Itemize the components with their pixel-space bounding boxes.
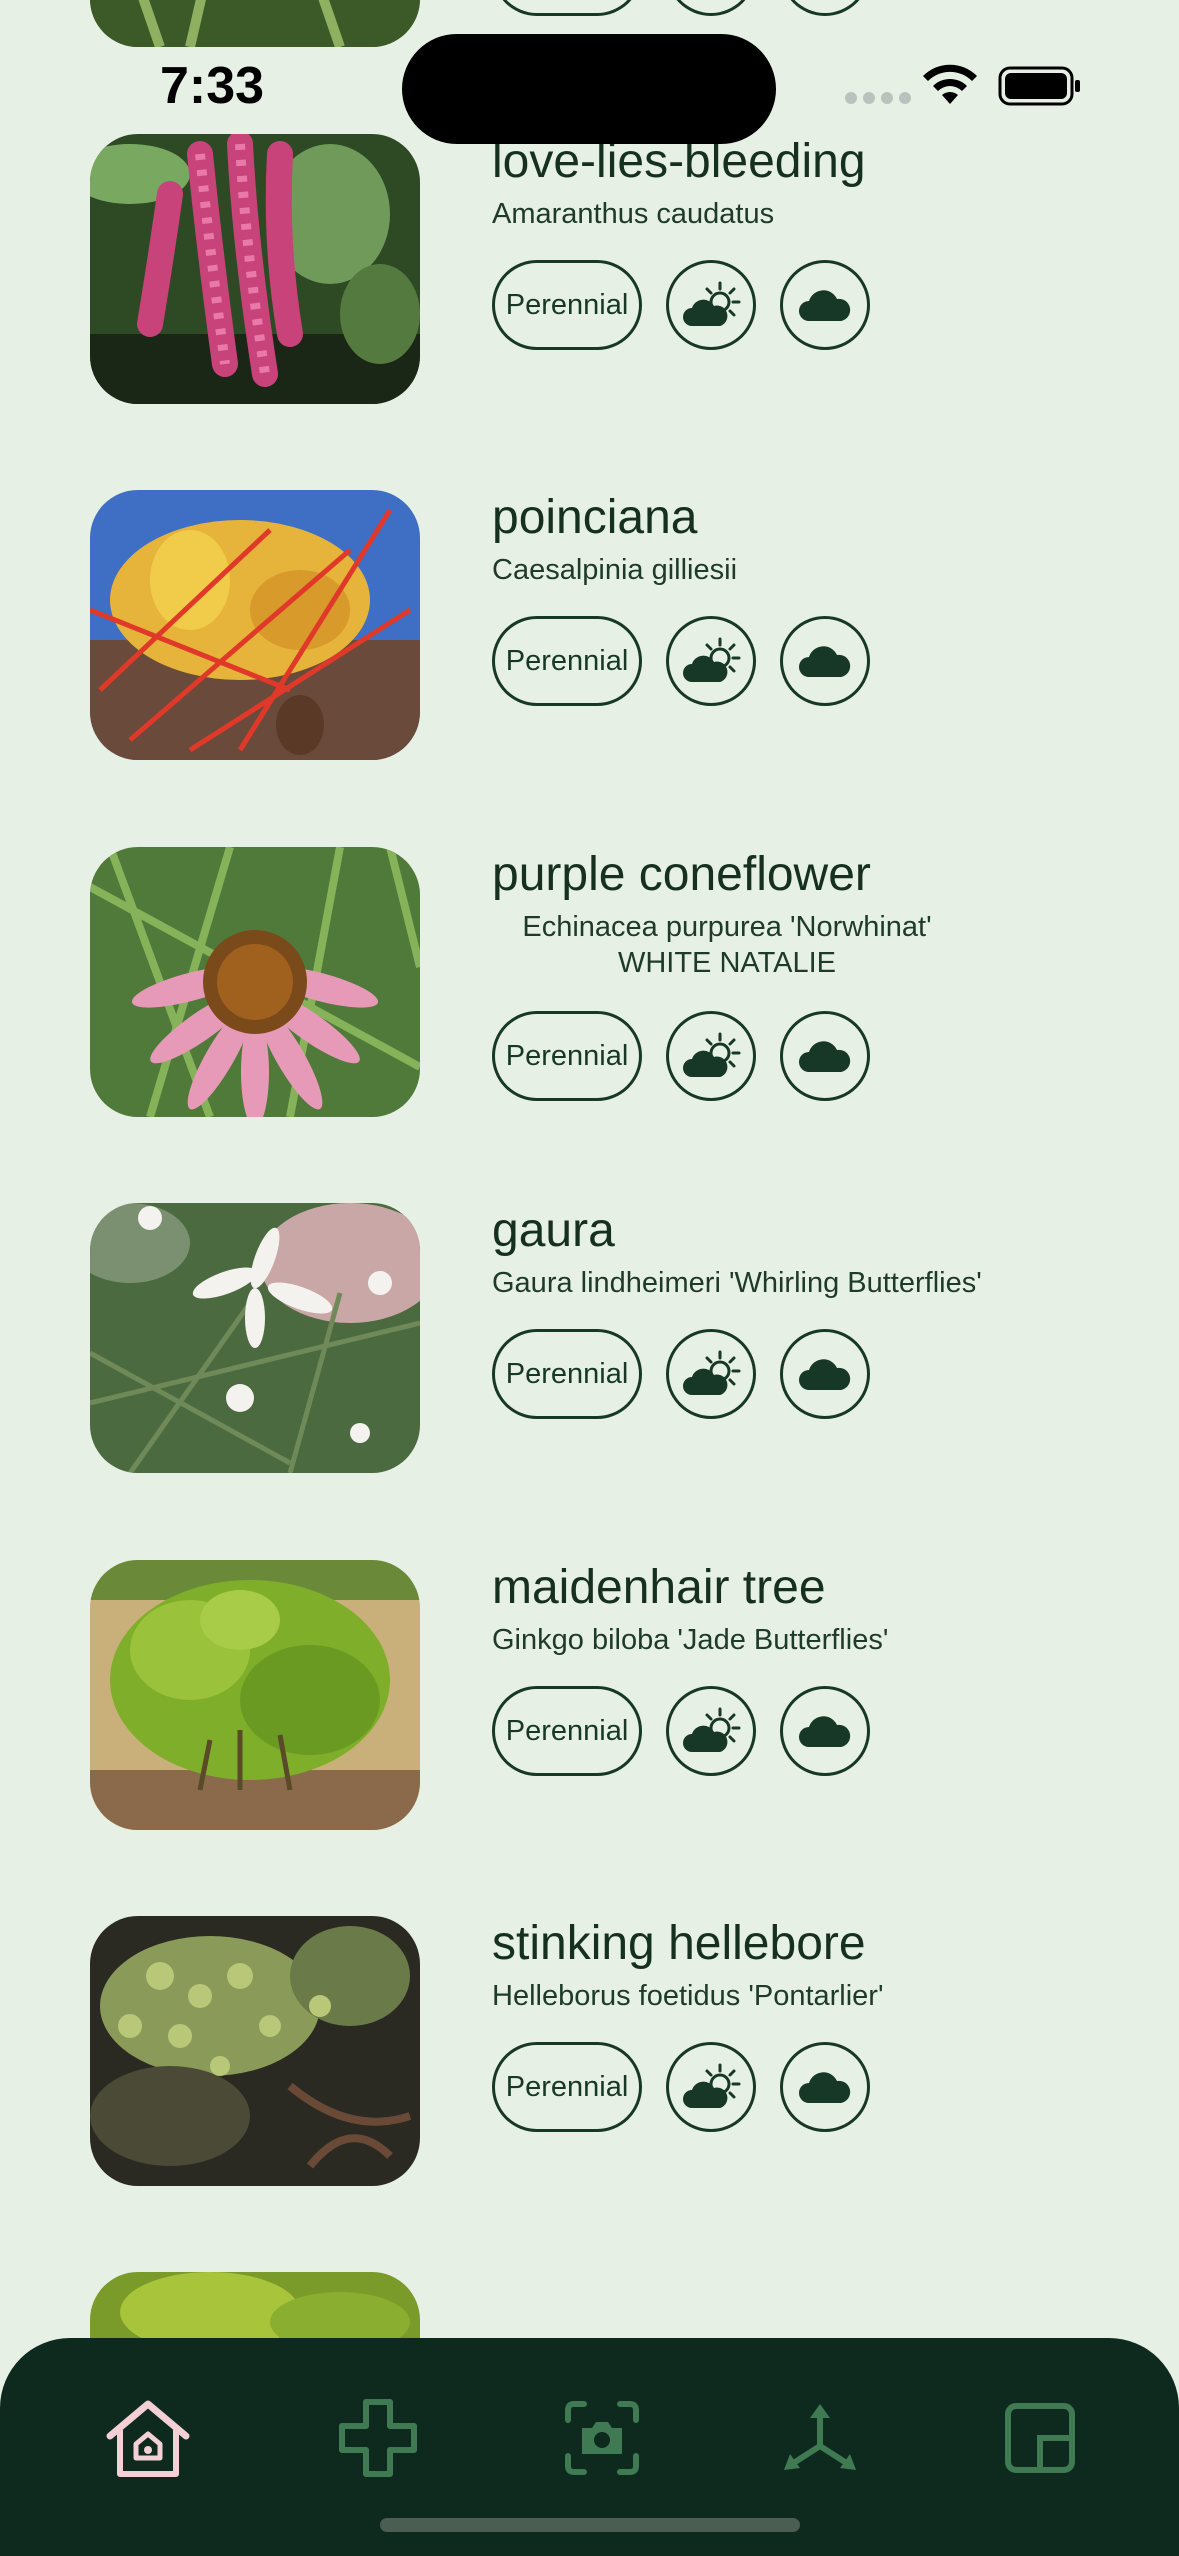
plant-scientific-name: Amaranthus caudatus: [492, 198, 775, 230]
network-icon: [784, 2404, 856, 2470]
tab-bar: [0, 2338, 1179, 2556]
tab-home[interactable]: [98, 2388, 198, 2488]
wifi-icon: [923, 64, 977, 104]
status-bar: 7:33: [0, 0, 1179, 144]
partly-sunny-icon: [666, 1686, 756, 1776]
tab-network[interactable]: [770, 2388, 870, 2488]
life-cycle-badge: Perennial: [492, 2042, 642, 2132]
cloud-icon: [780, 1011, 870, 1101]
plant-scientific-name: Helleborus foetidus 'Pontarlier': [492, 1980, 884, 2012]
tab-camera[interactable]: [552, 2388, 652, 2488]
partly-sunny-icon: [666, 2042, 756, 2132]
cloud-icon: [780, 260, 870, 350]
plant-photo: [90, 490, 420, 760]
tab-picture-in-picture[interactable]: [990, 2388, 1090, 2488]
cloud-icon: [780, 2042, 870, 2132]
plus-icon: [339, 2399, 417, 2477]
plant-row[interactable]: gaura Gaura lindheimeri 'Whirling Butter…: [0, 1203, 1179, 1483]
cloud-icon: [780, 1686, 870, 1776]
life-cycle-badge: Perennial: [492, 1011, 642, 1101]
life-cycle-badge: Perennial: [492, 1686, 642, 1776]
plant-row[interactable]: maidenhair tree Ginkgo biloba 'Jade Butt…: [0, 1560, 1179, 1840]
plant-photo: [90, 134, 420, 404]
life-cycle-badge: Perennial: [492, 1329, 642, 1419]
plant-common-name: stinking hellebore: [492, 1917, 866, 1970]
camera-icon: [565, 2401, 639, 2475]
plant-photo: [90, 1203, 420, 1473]
plant-photo: [90, 1560, 420, 1830]
plant-photo: [90, 1916, 420, 2186]
plant-row-partial-bottom[interactable]: [0, 2272, 1179, 2340]
partly-sunny-icon: [666, 616, 756, 706]
plant-common-name: poinciana: [492, 491, 698, 544]
battery-icon: [998, 66, 1080, 106]
plant-common-name: purple coneflower: [492, 848, 871, 901]
picture-in-picture-icon: [1005, 2403, 1075, 2473]
plant-row[interactable]: poinciana Caesalpinia gilliesii Perennia…: [0, 490, 1179, 770]
partly-sunny-icon: [666, 1011, 756, 1101]
plant-common-name: maidenhair tree: [492, 1561, 826, 1614]
home-icon: [106, 2400, 190, 2477]
life-cycle-badge: Perennial: [492, 616, 642, 706]
tab-add[interactable]: [328, 2388, 428, 2488]
plant-scientific-name: Caesalpinia gilliesii: [492, 554, 738, 586]
plant-row[interactable]: stinking hellebore Helleborus foetidus '…: [0, 1916, 1179, 2196]
cloud-icon: [780, 616, 870, 706]
plant-scientific-name: Ginkgo biloba 'Jade Butterflies': [492, 1624, 889, 1656]
dynamic-island: [402, 34, 776, 144]
life-cycle-badge: Perennial: [492, 260, 642, 350]
plant-row[interactable]: love-lies-bleeding Amaranthus caudatus P…: [0, 134, 1179, 414]
plant-scientific-name-line2: WHITE NATALIE: [617, 947, 837, 979]
status-time: 7:33: [160, 57, 265, 115]
plant-scientific-name-line1: Echinacea purpurea 'Norwhinat': [522, 911, 932, 943]
partly-sunny-icon: [666, 260, 756, 350]
cloud-icon: [780, 1329, 870, 1419]
partly-sunny-icon: [666, 1329, 756, 1419]
plant-scientific-name: Gaura lindheimeri 'Whirling Butterflies': [492, 1267, 982, 1299]
plant-list[interactable]: love-lies-bleeding Amaranthus caudatus P…: [0, 0, 1179, 2340]
cellular-signal-icon: [845, 92, 911, 104]
home-indicator: [380, 2518, 800, 2532]
plant-photo: [90, 847, 420, 1117]
plant-row[interactable]: purple coneflower Echinacea purpurea 'No…: [0, 847, 1179, 1127]
plant-common-name: gaura: [492, 1204, 615, 1257]
plant-photo: [90, 2272, 420, 2340]
